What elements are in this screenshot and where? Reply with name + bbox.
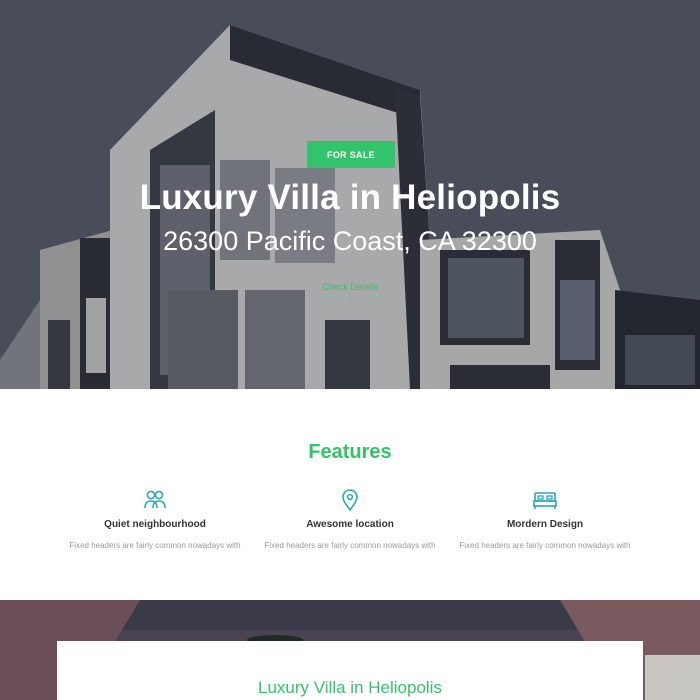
location-pin-icon [342,489,358,511]
hero-address: 26300 Pacific Coast, CA 32300 [163,226,537,256]
hero-title: Luxury Villa in Heliopolis [139,178,561,217]
feature-description: Fixed headers are fairly common nowadays… [459,541,631,550]
feature-item-design: Mordern Design Fixed headers are fairly … [455,489,635,552]
feature-description: Fixed headers are fairly common nowadays… [69,541,241,550]
feature-item-neighbourhood: Quiet neighbourhood Fixed headers are fa… [65,489,245,552]
features-section: Features Quiet neighbourhood Fixed heade… [0,389,700,600]
feature-title: Quiet neighbourhood [104,519,206,530]
feature-item-location: Awesome location Fixed headers are fairl… [260,489,440,552]
users-icon [144,490,166,509]
feature-title: Awesome location [306,519,394,530]
for-sale-badge: FOR SALE [307,141,395,168]
bed-icon [533,492,557,509]
feature-title: Mordern Design [506,519,584,530]
check-details-label: Check Details [322,282,378,292]
listing-card-title: Luxury Villa in Heliopolis [258,678,442,697]
arrow-down-icon: ↓ [348,292,352,299]
feature-description: Fixed headers are fairly common nowadays… [264,541,436,550]
check-details-link[interactable]: Check Details ↓ [300,282,400,299]
hero-section: FOR SALE Luxury Villa in Heliopolis 2630… [0,0,700,389]
features-heading: Features [308,441,392,463]
hero-content: FOR SALE Luxury Villa in Heliopolis 2630… [0,0,700,389]
listing-card-title-wrap: Luxury Villa in Heliopolis [57,678,643,698]
listing-section: Luxury Villa in Heliopolis [0,600,700,700]
